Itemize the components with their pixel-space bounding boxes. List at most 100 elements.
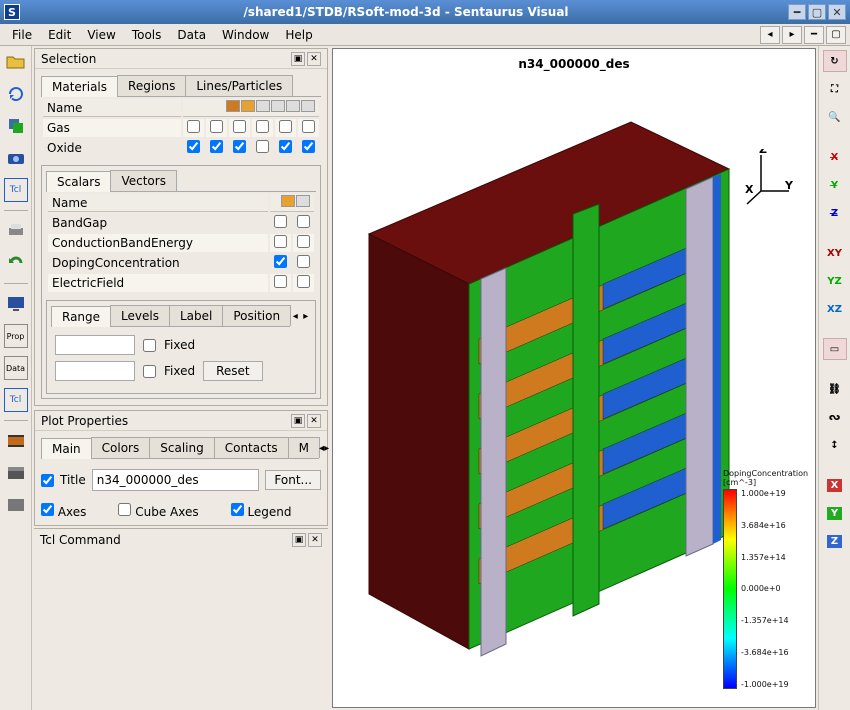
maximize-button[interactable]: ▢ — [808, 4, 826, 20]
menu-data[interactable]: Data — [169, 26, 214, 44]
link-icon[interactable]: ⛓ — [823, 378, 847, 400]
axes-option[interactable]: Axes — [41, 503, 86, 519]
clapper-closed-icon[interactable] — [4, 493, 28, 517]
tab-regions[interactable]: Regions — [117, 75, 186, 96]
menu-help[interactable]: Help — [277, 26, 320, 44]
bandgap-check-0[interactable] — [274, 215, 287, 228]
title-input[interactable] — [92, 469, 260, 491]
menu-window[interactable]: Window — [214, 26, 277, 44]
y-axis-icon[interactable]: Y̶ — [823, 174, 847, 196]
oxide-check-1[interactable] — [210, 140, 223, 153]
oxide-check-0[interactable] — [187, 140, 200, 153]
range-min-input[interactable] — [55, 335, 135, 355]
oxide-check-4[interactable] — [279, 140, 292, 153]
slice-y-icon[interactable]: Y — [823, 502, 847, 524]
tab-vectors[interactable]: Vectors — [110, 170, 177, 191]
nav-prev-button[interactable]: ◂ — [760, 26, 780, 44]
tab-lines-particles[interactable]: Lines/Particles — [185, 75, 293, 96]
x-axis-icon[interactable]: X̶ — [823, 146, 847, 168]
scalar-row-bandgap[interactable]: BandGap — [48, 214, 314, 232]
tab-levels[interactable]: Levels — [110, 305, 170, 326]
film-icon[interactable] — [4, 429, 28, 453]
menu-tools[interactable]: Tools — [124, 26, 170, 44]
range-tab-prev[interactable]: ◂ — [290, 311, 300, 322]
menu-file[interactable]: File — [4, 26, 40, 44]
scalar-row-dopingconcentration[interactable]: DopingConcentration — [48, 254, 314, 272]
zoom-icon[interactable]: 🔍 — [823, 106, 847, 128]
oxide-check-5[interactable] — [302, 140, 315, 153]
tab-colors[interactable]: Colors — [91, 437, 151, 458]
range-min-fixed-checkbox[interactable] — [143, 339, 156, 352]
tab-main[interactable]: Main — [41, 438, 92, 459]
gas-check-0[interactable] — [187, 120, 200, 133]
tab-contacts[interactable]: Contacts — [214, 437, 289, 458]
title-checkbox[interactable] — [41, 474, 54, 487]
print-icon[interactable] — [4, 219, 28, 243]
ef-check-1[interactable] — [297, 275, 310, 288]
slice-x-icon[interactable]: X — [823, 474, 847, 496]
cbe-check-0[interactable] — [274, 235, 287, 248]
material-row-gas[interactable]: Gas — [43, 119, 319, 137]
sync-icon[interactable]: ↕ — [823, 434, 847, 456]
legend-checkbox[interactable] — [231, 503, 244, 516]
gas-check-3[interactable] — [256, 120, 269, 133]
menu-view[interactable]: View — [79, 26, 123, 44]
scalar-row-conductionbandenergy[interactable]: ConductionBandEnergy — [48, 234, 314, 252]
tcl-close-button[interactable]: ✕ — [308, 533, 322, 547]
ef-check-0[interactable] — [274, 275, 287, 288]
plotprops-close-button[interactable]: ✕ — [307, 414, 321, 428]
xy-plane-icon[interactable]: XY — [823, 242, 847, 264]
tab-label[interactable]: Label — [169, 305, 223, 326]
undo-icon[interactable] — [4, 251, 28, 275]
rotate-icon[interactable]: ↻ — [823, 50, 847, 72]
nav-next-button[interactable]: ▸ — [782, 26, 802, 44]
oxide-check-3[interactable] — [256, 140, 269, 153]
unlink-icon[interactable]: ᔓ — [823, 406, 847, 428]
camera-icon[interactable] — [4, 146, 28, 170]
refresh-icon[interactable] — [4, 82, 28, 106]
cube-axes-option[interactable]: Cube Axes — [118, 503, 198, 519]
range-max-input[interactable] — [55, 361, 135, 381]
gas-check-2[interactable] — [233, 120, 246, 133]
cbe-check-1[interactable] — [297, 235, 310, 248]
tab-scaling[interactable]: Scaling — [149, 437, 214, 458]
menu-edit[interactable]: Edit — [40, 26, 79, 44]
open-folder-icon[interactable] — [4, 50, 28, 74]
tcl-panel-icon[interactable]: Tcl — [4, 388, 28, 412]
doping-check-0[interactable] — [274, 255, 287, 268]
3d-viewer[interactable]: n34_000000_des Z Y X — [332, 48, 816, 708]
tab-more[interactable]: M — [288, 437, 320, 458]
scalars-header-name[interactable]: Name — [48, 194, 268, 212]
selection-close-button[interactable]: ✕ — [307, 52, 321, 66]
tab-materials[interactable]: Materials — [41, 76, 118, 97]
box-select-icon[interactable]: ▭ — [823, 338, 847, 360]
slice-z-icon[interactable]: Z — [823, 530, 847, 552]
properties-icon[interactable]: Prop — [4, 324, 28, 348]
overlay-icon[interactable] — [4, 114, 28, 138]
z-axis-icon[interactable]: Z̶ — [823, 202, 847, 224]
cube-axes-checkbox[interactable] — [118, 503, 131, 516]
gas-check-5[interactable] — [302, 120, 315, 133]
doping-check-1[interactable] — [297, 255, 310, 268]
fit-icon[interactable]: ⛶ — [823, 78, 847, 100]
range-max-fixed-checkbox[interactable] — [143, 365, 156, 378]
plotprops-undock-button[interactable]: ▣ — [291, 414, 305, 428]
selection-undock-button[interactable]: ▣ — [291, 52, 305, 66]
data-panel-icon[interactable]: Data — [4, 356, 28, 380]
monitor-icon[interactable] — [4, 292, 28, 316]
legend-option[interactable]: Legend — [231, 503, 292, 519]
oxide-check-2[interactable] — [233, 140, 246, 153]
scalar-row-electricfield[interactable]: ElectricField — [48, 274, 314, 292]
gas-check-4[interactable] — [279, 120, 292, 133]
tcl-undock-button[interactable]: ▣ — [292, 533, 306, 547]
plotprops-tab-next[interactable]: ▸ — [324, 443, 329, 454]
axes-checkbox[interactable] — [41, 503, 54, 516]
nav-restore-button[interactable]: ▢ — [826, 26, 846, 44]
clapper-icon[interactable] — [4, 461, 28, 485]
xz-plane-icon[interactable]: XZ — [823, 298, 847, 320]
tab-range[interactable]: Range — [51, 306, 111, 327]
nav-minimize-button[interactable]: ━ — [804, 26, 824, 44]
yz-plane-icon[interactable]: YZ — [823, 270, 847, 292]
font-button[interactable]: Font... — [265, 470, 321, 490]
close-button[interactable]: ✕ — [828, 4, 846, 20]
